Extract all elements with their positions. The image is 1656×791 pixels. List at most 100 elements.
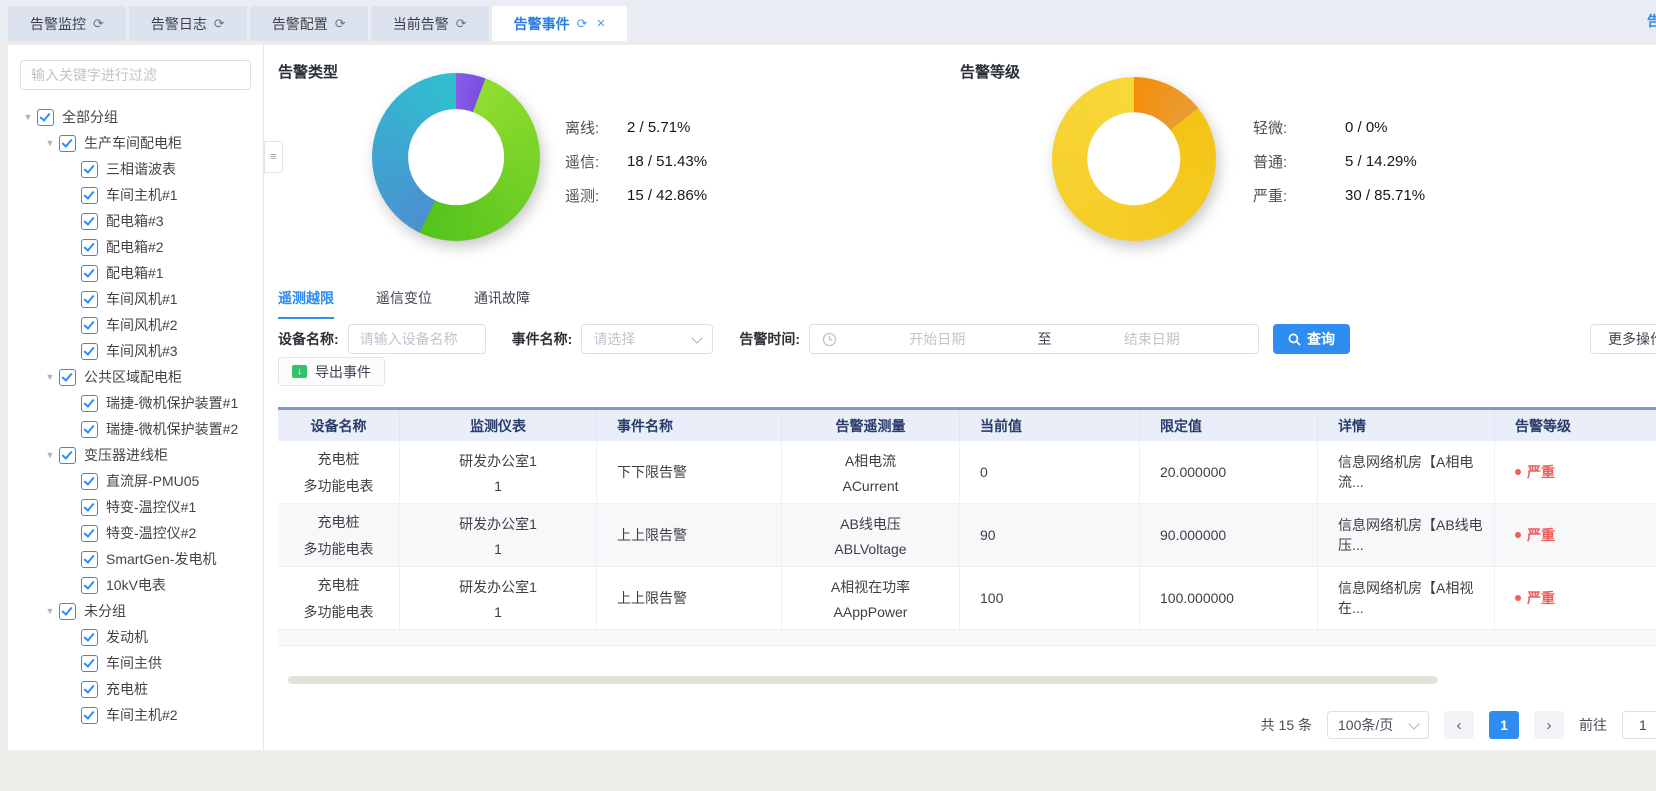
tree-checkbox[interactable] [81, 161, 98, 178]
caret-down-icon[interactable]: ▼ [42, 450, 58, 460]
table-cell: 研发办公室11 [400, 567, 597, 629]
tree-node[interactable]: ▼未分组 [20, 598, 251, 624]
tree-node[interactable]: 发动机 [20, 624, 251, 650]
export-events-button[interactable]: ↓ 导出事件 [278, 357, 385, 386]
tree-node[interactable]: 瑞捷-微机保护装置#1 [20, 390, 251, 416]
top-tab-3[interactable]: 告警配置⟳ [250, 6, 368, 41]
tree-checkbox[interactable] [59, 135, 76, 152]
tree-checkbox[interactable] [81, 551, 98, 568]
page-size-select[interactable]: 100条/页 [1327, 711, 1429, 739]
tree-checkbox[interactable] [81, 525, 98, 542]
tree-node[interactable]: 车间风机#2 [20, 312, 251, 338]
event-tab-2[interactable]: 遥信变位 [376, 288, 432, 319]
tree-checkbox[interactable] [81, 499, 98, 516]
refresh-icon[interactable]: ⟳ [214, 16, 225, 32]
top-tab-1[interactable]: 告警监控⟳ [8, 6, 126, 41]
tree-checkbox[interactable] [81, 707, 98, 724]
tree-node[interactable]: 配电箱#2 [20, 234, 251, 260]
cell-line: 多功能电表 [304, 539, 374, 559]
goto-page-input[interactable]: 1 [1622, 711, 1656, 739]
tree-checkbox[interactable] [81, 577, 98, 594]
tree-checkbox[interactable] [81, 239, 98, 256]
tree-checkbox[interactable] [59, 369, 76, 386]
tree-node[interactable]: 车间主供 [20, 650, 251, 676]
sidebar-collapse-handle[interactable]: ≡ [264, 141, 283, 173]
more-actions-button[interactable]: 更多操作 [1590, 324, 1656, 354]
table-cell: AB线电压ABLVoltage [782, 504, 960, 566]
caret-down-icon[interactable]: ▼ [42, 138, 58, 148]
query-button[interactable]: 查询 [1273, 324, 1350, 354]
next-page-button[interactable]: › [1534, 711, 1564, 739]
tree-node[interactable]: 三相谐波表 [20, 156, 251, 182]
refresh-icon[interactable]: ⟳ [93, 16, 104, 32]
top-tab-4[interactable]: 当前告警⟳ [371, 6, 489, 41]
column-header-label: 限定值 [1160, 416, 1202, 436]
cell-line: 信息网络机房【A相电流... [1338, 452, 1484, 492]
column-header-7: 详情 [1318, 410, 1495, 441]
tree-checkbox[interactable] [59, 603, 76, 620]
tree-node-label: 生产车间配电柜 [84, 133, 182, 153]
tree-checkbox[interactable] [81, 395, 98, 412]
tree-checkbox[interactable] [81, 629, 98, 646]
tree-node[interactable]: ▼变压器进线柜 [20, 442, 251, 468]
top-tab-2[interactable]: 告警日志⟳ [129, 6, 247, 41]
tree-node[interactable]: 10kV电表 [20, 572, 251, 598]
tree-node[interactable]: ▼ 生产车间配电柜 [20, 130, 251, 156]
tree-node[interactable]: 特变-温控仪#2 [20, 520, 251, 546]
refresh-icon[interactable]: ⟳ [577, 16, 588, 32]
tree-checkbox[interactable] [81, 213, 98, 230]
device-name-placeholder: 请输入设备名称 [360, 329, 458, 349]
tree-node[interactable]: 特变-温控仪#1 [20, 494, 251, 520]
tree-node[interactable]: SmartGen-发电机 [20, 546, 251, 572]
tree-checkbox[interactable] [81, 291, 98, 308]
alarm-level-chart-title: 告警等级 [960, 61, 1020, 82]
tree-checkbox[interactable] [81, 655, 98, 672]
tree-node[interactable]: 车间风机#1 [20, 286, 251, 312]
tree-checkbox[interactable] [81, 681, 98, 698]
event-tab-3[interactable]: 通讯故障 [474, 288, 530, 319]
tree-node[interactable]: 配电箱#3 [20, 208, 251, 234]
prev-page-button[interactable]: ‹ [1444, 711, 1474, 739]
tree-checkbox[interactable] [81, 473, 98, 490]
table-cell: 严重 [1495, 504, 1656, 566]
donut-hole [408, 109, 504, 205]
table-row[interactable]: 充电桩多功能电表研发办公室11上上限告警AB线电压ABLVoltage9090.… [278, 504, 1656, 567]
tree-node[interactable]: 直流屏-PMU05 [20, 468, 251, 494]
tree-node[interactable]: 车间风机#3 [20, 338, 251, 364]
tree-checkbox[interactable] [81, 317, 98, 334]
tree-filter-input[interactable] [20, 60, 251, 90]
caret-down-icon[interactable]: ▼ [42, 372, 58, 382]
tree-checkbox[interactable] [81, 265, 98, 282]
refresh-icon[interactable]: ⟳ [456, 16, 467, 32]
tree-checkbox[interactable] [37, 109, 54, 126]
stat-value: 18 / 51.43% [627, 153, 707, 170]
tree-node-label: 车间主机#2 [106, 705, 178, 725]
tree-checkbox[interactable] [59, 447, 76, 464]
tree-node[interactable]: ▼全部分组 [20, 104, 251, 130]
tree-checkbox[interactable] [81, 187, 98, 204]
event-name-select[interactable]: 请选择 [581, 324, 713, 354]
caret-down-icon[interactable]: ▼ [42, 606, 58, 616]
tree-checkbox[interactable] [81, 421, 98, 438]
alarm-time-range-picker[interactable]: 开始日期 至 结束日期 [809, 324, 1259, 354]
table-row[interactable]: 充电桩多功能电表研发办公室11下下限告警A相电流ACurrent020.0000… [278, 441, 1656, 504]
top-tab-5[interactable]: 告警事件⟳× [492, 6, 628, 41]
event-tab-1[interactable]: 遥测越限 [278, 288, 334, 319]
tree-node[interactable]: 车间主机#2 [20, 702, 251, 728]
tree-node[interactable]: 瑞捷-微机保护装置#2 [20, 416, 251, 442]
corner-clipped-text: 告 [1647, 11, 1656, 31]
refresh-icon[interactable]: ⟳ [335, 16, 346, 32]
pagination: 共 15 条 100条/页 ‹ 1 › 前往 1 [1261, 709, 1656, 741]
tree-checkbox[interactable] [81, 343, 98, 360]
close-icon[interactable]: × [597, 15, 606, 32]
current-page-button[interactable]: 1 [1489, 711, 1519, 739]
stat-value: 15 / 42.86% [627, 187, 707, 204]
caret-down-icon[interactable]: ▼ [20, 112, 36, 122]
device-name-input[interactable]: 请输入设备名称 [348, 324, 486, 354]
horizontal-scrollbar[interactable] [288, 676, 1438, 684]
tree-node[interactable]: 车间主机#1 [20, 182, 251, 208]
tree-node[interactable]: ▼公共区域配电柜 [20, 364, 251, 390]
tree-node[interactable]: 充电桩 [20, 676, 251, 702]
table-row[interactable]: 充电桩多功能电表研发办公室11上上限告警A相视在功率AAppPower10010… [278, 567, 1656, 630]
tree-node[interactable]: 配电箱#1 [20, 260, 251, 286]
